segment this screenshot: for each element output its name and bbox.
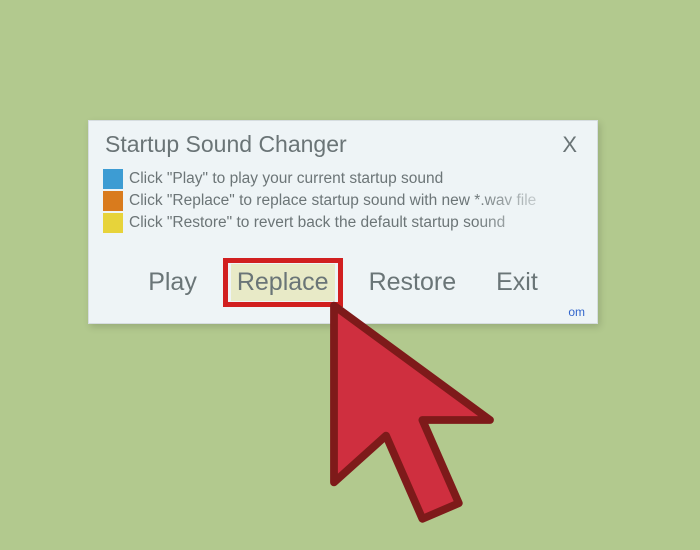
play-button[interactable]: Play <box>142 264 203 301</box>
cursor-arrow-icon <box>308 290 568 550</box>
info-row-restore: Click "Restore" to revert back the defau… <box>103 212 583 234</box>
info-text-restore: Click "Restore" to revert back the defau… <box>129 214 505 232</box>
window-title: Startup Sound Changer <box>105 131 347 158</box>
exit-button[interactable]: Exit <box>490 264 544 301</box>
button-row: Play Replace Restore Exit <box>103 264 583 301</box>
replace-button-highlighted: Replace <box>231 264 335 301</box>
info-list: Click "Play" to play your current startu… <box>103 168 583 234</box>
info-text-play: Click "Play" to play your current startu… <box>129 170 443 188</box>
swatch-restore-icon <box>103 213 123 233</box>
swatch-replace-icon <box>103 191 123 211</box>
swatch-play-icon <box>103 169 123 189</box>
titlebar: Startup Sound Changer X <box>103 131 583 166</box>
info-row-play: Click "Play" to play your current startu… <box>103 168 583 190</box>
close-button[interactable]: X <box>558 132 581 158</box>
info-row-replace: Click "Replace" to replace startup sound… <box>103 190 583 212</box>
info-text-replace: Click "Replace" to replace startup sound… <box>129 192 536 210</box>
restore-button[interactable]: Restore <box>363 264 463 301</box>
link-fragment: om <box>568 305 585 319</box>
replace-button[interactable]: Replace <box>231 264 335 301</box>
app-window: Startup Sound Changer X Click "Play" to … <box>88 120 598 324</box>
